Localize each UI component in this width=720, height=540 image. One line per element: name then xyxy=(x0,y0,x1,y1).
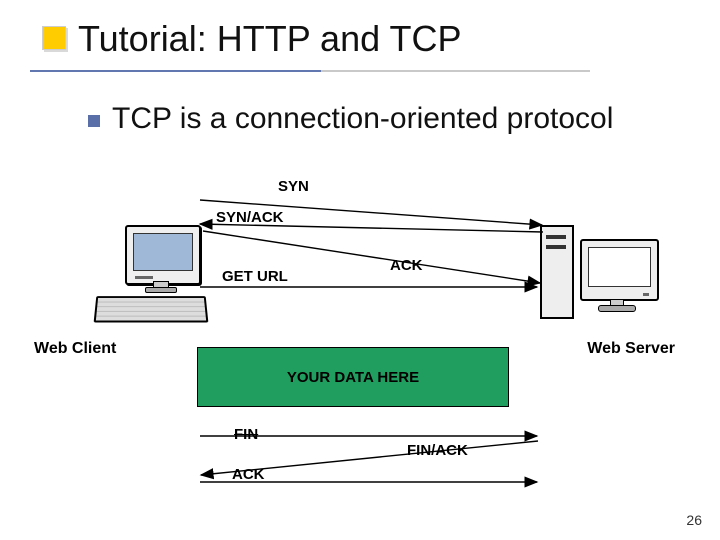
body-text: TCP is a connection-oriented protocol xyxy=(112,102,613,136)
web-server-icon xyxy=(540,225,660,325)
msg-syn: SYN xyxy=(278,178,309,195)
slide-title: Tutorial: HTTP and TCP xyxy=(78,18,690,66)
web-client-icon xyxy=(95,225,203,320)
msg-geturl: GET URL xyxy=(222,268,288,285)
body-bullet-icon xyxy=(88,115,100,127)
msg-ack-handshake: ACK xyxy=(390,257,423,274)
title-bullet-icon xyxy=(42,26,66,50)
client-label: Web Client xyxy=(34,340,116,358)
data-payload-box: YOUR DATA HERE xyxy=(197,347,509,407)
page-number: 26 xyxy=(686,512,702,528)
title-area: Tutorial: HTTP and TCP xyxy=(30,18,690,66)
msg-fin: FIN xyxy=(234,426,258,443)
data-payload-label: YOUR DATA HERE xyxy=(287,369,419,386)
title-underline xyxy=(30,70,590,72)
msg-finack: FIN/ACK xyxy=(407,442,468,459)
server-label: Web Server xyxy=(587,340,675,358)
msg-ack-close: ACK xyxy=(232,466,265,483)
msg-synack: SYN/ACK xyxy=(216,209,284,226)
